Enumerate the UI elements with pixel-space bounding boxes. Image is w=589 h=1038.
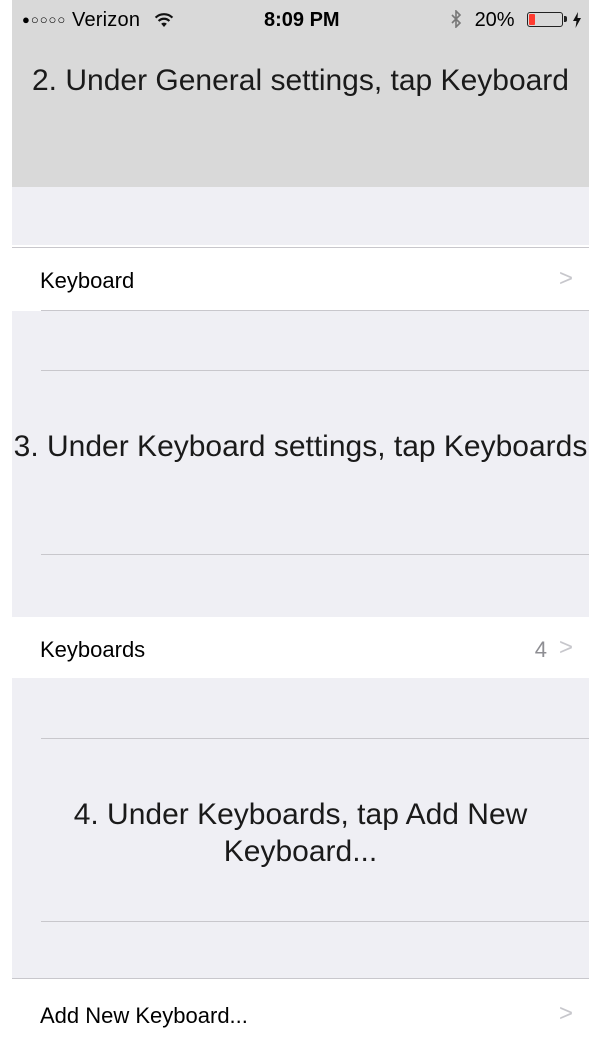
- step-4-instruction: 4. Under Keyboards, tap Add New Keyboard…: [73, 798, 528, 868]
- bluetooth-icon: [450, 9, 462, 34]
- screen: ●○○○○ Verizon 8:09 PM 20% 2. Under Gener…: [0, 0, 589, 1038]
- instruction-header: ●○○○○ Verizon 8:09 PM 20% 2. Under Gener…: [12, 0, 589, 187]
- battery-percent: 20%: [474, 9, 515, 31]
- chevron-right-icon: >: [558, 1000, 573, 1027]
- keyboards-count: 4: [534, 637, 547, 662]
- charging-bolt-icon: [572, 11, 581, 34]
- keyboard-row[interactable]: Keyboard >: [12, 248, 589, 310]
- battery-nub: [564, 16, 568, 22]
- separator: [41, 738, 589, 739]
- status-time: 8:09 PM: [264, 9, 340, 31]
- carrier-name: Verizon: [72, 9, 141, 31]
- signal-strength-icon: ●○○○○: [22, 12, 67, 27]
- wifi-icon: [154, 11, 174, 34]
- section-gap: [12, 187, 589, 245]
- separator: [41, 554, 589, 555]
- step-3-instruction: 3. Under Keyboard settings, tap Keyboard…: [13, 430, 588, 463]
- carrier-info: ●○○○○ Verizon: [22, 9, 174, 34]
- status-right: 20%: [450, 9, 581, 34]
- keyboards-row[interactable]: Keyboards 4 >: [12, 617, 589, 678]
- separator: [41, 370, 589, 371]
- add-new-keyboard-row[interactable]: Add New Keyboard... >: [12, 979, 589, 1038]
- chevron-right-icon: >: [558, 634, 573, 661]
- separator: [41, 921, 589, 922]
- battery-fill: [529, 14, 536, 25]
- add-new-keyboard-label: Add New Keyboard...: [40, 1003, 248, 1028]
- keyboard-row-label: Keyboard: [40, 268, 135, 293]
- chevron-right-icon: >: [558, 265, 573, 292]
- battery-icon: [527, 12, 568, 27]
- status-bar: ●○○○○ Verizon 8:09 PM 20%: [12, 0, 589, 42]
- step-2-instruction: 2. Under General settings, tap Keyboard: [32, 64, 569, 97]
- keyboards-row-label: Keyboards: [40, 637, 146, 662]
